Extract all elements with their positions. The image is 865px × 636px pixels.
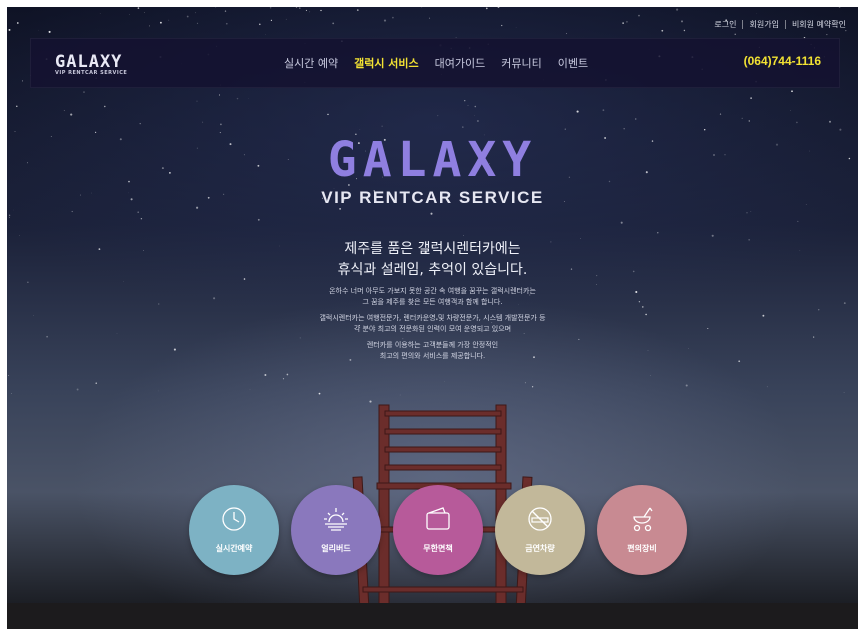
hero-title: GALAXY bbox=[327, 132, 538, 188]
join-link[interactable]: 회원가입 bbox=[749, 19, 778, 30]
menu-item-realtime-reservation[interactable]: 실시간 예약 bbox=[284, 55, 338, 71]
service-label: 무한면책 bbox=[423, 544, 453, 553]
guest-reservation-link[interactable]: 비회원 예약확인 bbox=[792, 19, 846, 30]
hero-tagline-1: 제주를 품은 갤럭시렌터카에는 bbox=[344, 241, 521, 257]
menu-item-galaxy-service[interactable]: 갤럭시 서비스 bbox=[354, 55, 419, 71]
stroller-icon bbox=[633, 507, 653, 532]
service-label: 편의장비 bbox=[627, 544, 657, 553]
divider bbox=[742, 20, 744, 29]
service-convenience-equipment[interactable]: 편의장비 bbox=[597, 485, 687, 575]
service-realtime-reservation[interactable]: 실시간예약 bbox=[189, 485, 279, 575]
divider bbox=[784, 20, 786, 29]
login-link[interactable]: 로그인 bbox=[714, 19, 736, 30]
menu-item-event[interactable]: 이벤트 bbox=[558, 55, 588, 71]
hero-section: 로그인 회원가입 비회원 예약확인 GALAXY VIP RENTCAR SER… bbox=[7, 7, 858, 629]
hero-subtitle: VIP RENTCAR SERVICE bbox=[321, 188, 544, 207]
clock-icon bbox=[222, 507, 246, 531]
service-label: 금연차량 bbox=[525, 544, 555, 553]
logo-subtitle: VIP RENTCAR SERVICE bbox=[55, 70, 128, 76]
service-non-smoking-car[interactable]: 금연차량 bbox=[495, 485, 585, 575]
service-label: 얼리버드 bbox=[321, 544, 351, 553]
main-navbar: GALAXY VIP RENTCAR SERVICE 실시간 예약 갤럭시 서비… bbox=[30, 38, 840, 88]
service-unlimited-insurance[interactable]: 무한면책 bbox=[393, 485, 483, 575]
main-menu: 실시간 예약 갤럭시 서비스 대여가이드 커뮤니티 이벤트 bbox=[284, 55, 588, 71]
utility-links: 로그인 회원가입 비회원 예약확인 bbox=[714, 19, 846, 30]
hero-tagline-2: 휴식과 설레임, 추억이 있습니다. bbox=[337, 262, 528, 278]
menu-item-community[interactable]: 커뮤니티 bbox=[501, 55, 541, 71]
hero-paragraph-line: 갤럭시렌터카는 여행전문가, 렌터카운영 및 차량전문가, 시스템 개발전문가 … bbox=[319, 314, 546, 322]
logo[interactable]: GALAXY bbox=[55, 52, 122, 72]
hero-paragraph-line: 렌터카를 이용하는 고객분들께 가장 안정적인 bbox=[366, 341, 499, 349]
service-early-bird[interactable]: 얼리버드 bbox=[291, 485, 381, 575]
wallet-icon bbox=[426, 507, 450, 530]
hero-paragraph-line: 각 분야 최고의 전문화된 인력이 모여 운영되고 있으며 bbox=[353, 325, 512, 333]
hero-paragraph-line: 최고의 편의와 서비스를 제공합니다. bbox=[379, 352, 486, 360]
hero-paragraph-line: 온하수 너머 아무도 가보지 못한 공간 속 여행을 꿈꾸는 갤럭시렌터카는 bbox=[329, 287, 536, 295]
service-label: 실시간예약 bbox=[215, 544, 253, 553]
menu-item-rental-guide[interactable]: 대여가이드 bbox=[435, 55, 486, 71]
phone-number: (064)744-1116 bbox=[743, 54, 821, 68]
hero-paragraph-line: 그 꿈을 제주를 찾은 모든 여행객과 함께 합니다. bbox=[362, 298, 503, 306]
no-smoking-icon bbox=[528, 507, 552, 531]
sunrise-icon bbox=[324, 508, 348, 531]
